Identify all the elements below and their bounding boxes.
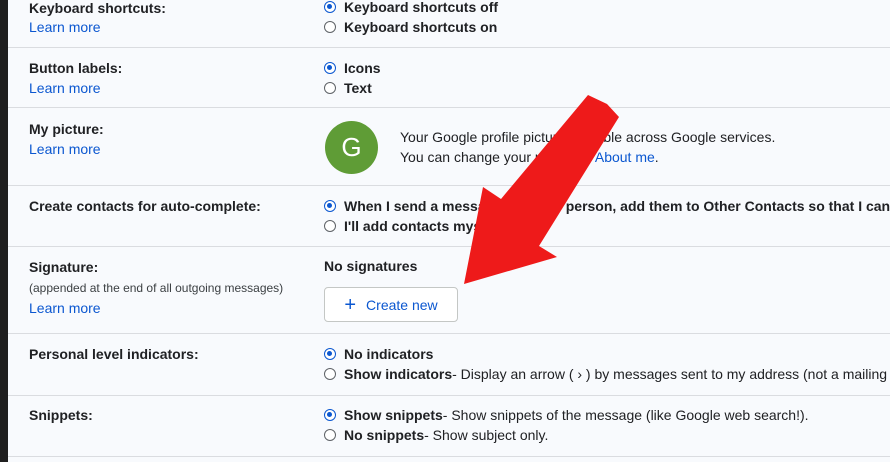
- manual-contacts-label: I'll add contacts myself: [344, 218, 498, 234]
- radio-unselected-icon: [324, 220, 336, 232]
- keyboard-shortcuts-label: Keyboard shortcuts:: [29, 0, 166, 16]
- no-indicators-label: No indicators: [344, 346, 434, 362]
- create-new-signature-button[interactable]: + Create new: [324, 287, 458, 322]
- settings-panel: Keyboard shortcuts: Learn more Keyboard …: [8, 0, 890, 462]
- auto-add-contacts-radio[interactable]: When I send a message to a new person, a…: [324, 197, 890, 215]
- show-snippets-desc: - Show snippets of the message (like Goo…: [442, 407, 809, 423]
- no-snippets-desc: - Show subject only.: [424, 427, 549, 443]
- picture-info-prefix: You can change your picture in: [400, 149, 595, 165]
- no-snippets-radio[interactable]: No snippets - Show subject only.: [324, 426, 548, 444]
- picture-info-suffix: .: [654, 149, 659, 165]
- radio-selected-icon: [324, 200, 336, 212]
- about-me-link[interactable]: About me: [595, 149, 655, 165]
- signature-sublabel: (appended at the end of all outgoing mes…: [29, 281, 284, 295]
- keyboard-on-radio[interactable]: Keyboard shortcuts on: [324, 18, 497, 36]
- signature-learn-more-link[interactable]: Learn more: [29, 300, 101, 316]
- show-indicators-label: Show indicators: [344, 366, 453, 382]
- contacts-label: Create contacts for auto-complete:: [29, 198, 261, 214]
- radio-unselected-icon: [324, 21, 336, 33]
- show-indicators-desc: - Display an arrow ( › ) by messages sen…: [452, 366, 890, 382]
- my-picture-label: My picture:: [29, 121, 104, 137]
- button-labels-row: [8, 47, 890, 108]
- radio-unselected-icon: [324, 429, 336, 441]
- radio-selected-icon: [324, 348, 336, 360]
- show-snippets-label: Show snippets: [344, 407, 443, 423]
- auto-add-contacts-label: When I send a message to a new person, a…: [344, 198, 890, 214]
- icons-radio[interactable]: Icons: [324, 59, 381, 77]
- keyboard-off-label: Keyboard shortcuts off: [344, 0, 499, 15]
- radio-selected-icon: [324, 62, 336, 74]
- no-indicators-radio[interactable]: No indicators: [324, 345, 433, 363]
- button-labels-learn-more-link[interactable]: Learn more: [29, 80, 101, 96]
- button-labels-label: Button labels:: [29, 60, 123, 76]
- radio-selected-icon: [324, 1, 336, 13]
- show-indicators-radio[interactable]: Show indicators - Display an arrow ( › )…: [324, 365, 890, 383]
- radio-selected-icon: [324, 409, 336, 421]
- picture-info-line2: You can change your picture in About me.: [400, 149, 659, 165]
- icons-label: Icons: [344, 60, 381, 76]
- no-snippets-label: No snippets: [344, 427, 425, 443]
- radio-unselected-icon: [324, 82, 336, 94]
- picture-info-line1: Your Google profile picture is visible a…: [400, 129, 776, 145]
- signature-label: Signature:: [29, 259, 99, 275]
- radio-unselected-icon: [324, 368, 336, 380]
- personal-indicators-label: Personal level indicators:: [29, 346, 199, 362]
- show-snippets-radio[interactable]: Show snippets - Show snippets of the mes…: [324, 406, 809, 424]
- snippets-label: Snippets:: [29, 407, 93, 423]
- keyboard-learn-more-link[interactable]: Learn more: [29, 19, 101, 35]
- keyboard-on-label: Keyboard shortcuts on: [344, 19, 498, 35]
- create-new-label: Create new: [366, 296, 438, 313]
- avatar[interactable]: G: [325, 121, 378, 174]
- plus-icon: +: [344, 293, 357, 316]
- manual-contacts-radio[interactable]: I'll add contacts myself: [324, 217, 498, 235]
- my-picture-row: [8, 108, 890, 186]
- text-label: Text: [344, 80, 372, 96]
- my-picture-learn-more-link[interactable]: Learn more: [29, 141, 101, 157]
- no-signatures-text: No signatures: [324, 258, 418, 274]
- keyboard-off-radio[interactable]: Keyboard shortcuts off: [324, 0, 498, 16]
- text-radio[interactable]: Text: [324, 79, 372, 97]
